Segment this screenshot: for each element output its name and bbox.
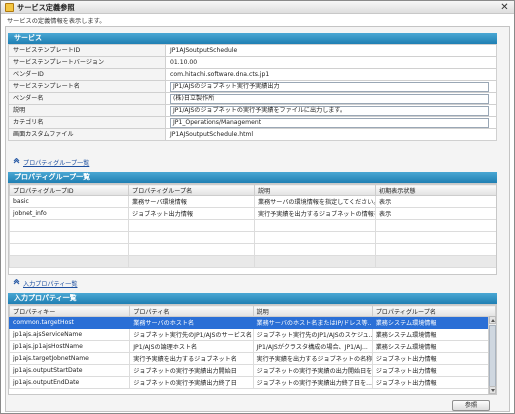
column-header[interactable]: プロパティグループID [9, 184, 129, 196]
column-header[interactable]: 説明 [252, 305, 373, 317]
table-cell: JP1/AJSの論理ホスト名 [129, 340, 254, 353]
table-cell: 実行予実績を出力するジョブネットの名称を... [252, 352, 373, 365]
table-cell: 業務サーバ環境情報 [128, 195, 255, 208]
table-cell: ジョブネットの実行予実績出力終了日 [129, 376, 254, 389]
scroll-down-button[interactable] [489, 386, 496, 394]
collapse-icon[interactable] [13, 279, 20, 286]
service-key: サービステンプレートID [8, 44, 166, 57]
column-header[interactable]: 初期表示状態 [375, 184, 496, 196]
table-cell: jp1ajs.targetJobnetName [9, 352, 131, 365]
scroll-up-button[interactable] [489, 316, 496, 324]
table-cell: 業務システム環境情報 [371, 340, 496, 353]
table-cell: jp1ajs.jp1ajsHostName [9, 340, 131, 353]
table-row[interactable]: jp1ajs.ajsServiceName ジョブネット実行先のJP1/AJSの… [9, 328, 496, 341]
collapse-icon[interactable] [13, 158, 20, 165]
reference-button[interactable]: 参照 [452, 400, 490, 411]
service-value: JP1AJSoutputSchedule [165, 44, 497, 57]
table-row[interactable]: jp1ajs.jp1ajsHostName JP1/AJSの論理ホスト名 JP1… [9, 340, 496, 353]
table-cell: ジョブネットの実行予実績出力開始日 [129, 364, 254, 377]
scroll-thumb[interactable] [489, 325, 496, 387]
input-property-section-header: 入力プロパティ一覧 [8, 293, 497, 304]
title-bar: サービス定義参照 ✕ [1, 1, 514, 14]
table-cell: ジョブネット出力情報 [371, 352, 496, 365]
service-key: カテゴリ名 [8, 116, 166, 129]
service-row-vendor-name: ベンダー名 (株)日立製作所 [8, 92, 497, 105]
service-section-header: サービス [8, 33, 497, 44]
column-header[interactable]: プロパティ名 [129, 305, 254, 317]
column-header[interactable]: プロパティグループ名 [128, 184, 255, 196]
table-cell: ジョブネットの実行予実績の出力開始日を... [252, 364, 373, 377]
chevron-up-icon [490, 319, 495, 322]
table-cell: jobnet_info [9, 207, 129, 220]
service-row-category: カテゴリ名 JP1_Operations/Management [8, 116, 497, 129]
table-cell: basic [9, 195, 129, 208]
category-field[interactable]: JP1_Operations/Management [170, 117, 489, 128]
description-field[interactable]: JP1/AJSのジョブネットの実行予実績をファイルに出力します。 [170, 105, 489, 116]
table-cell: ジョブネット出力情報 [371, 364, 496, 377]
property-group-section-header: プロパティグループ一覧 [8, 172, 497, 183]
empty-row [9, 255, 496, 268]
service-value: 01.10.00 [165, 56, 497, 69]
service-key: ベンダーID [8, 68, 166, 81]
table-cell: 業務サーバのホスト名 [129, 316, 254, 329]
table-cell: 業務サーバの環境情報を指定してください。 [254, 195, 376, 208]
template-name-field[interactable]: JP1/AJSのジョブネット実行予実績出力 [170, 81, 489, 92]
service-key: 画面カスタムファイル [8, 128, 166, 141]
table-cell: jp1ajs.outputEndDate [9, 376, 131, 389]
column-header[interactable]: プロパティキー [9, 305, 131, 317]
service-definition-window: サービス定義参照 ✕ サービスの定義情報を表示します。 サービス サービステンプ… [0, 0, 515, 414]
table-row[interactable]: basic 業務サーバ環境情報 業務サーバの環境情報を指定してください。 表示 [9, 195, 496, 208]
service-row-template-id: サービステンプレートID JP1AJSoutputSchedule [8, 44, 497, 57]
empty-row [9, 231, 496, 244]
table-cell: 業務システム環境情報 [371, 328, 496, 341]
service-row-custom-file: 画面カスタムファイル JP1AJSoutputSchedule.html [8, 128, 497, 141]
window-title: サービス定義参照 [17, 3, 75, 12]
service-key: サービステンプレートバージョン [8, 56, 166, 69]
empty-row [9, 219, 496, 232]
table-cell: 業務サーバのホスト名またはIP/ドレス等... [252, 316, 373, 329]
service-row-vendor-id: ベンダーID com.hitachi.software.dna.cts.jp1 [8, 68, 497, 81]
table-cell: jp1ajs.ajsServiceName [9, 328, 131, 341]
vertical-scrollbar[interactable] [488, 316, 496, 394]
table-cell: ジョブネット実行先のJP1/AJSのサービス名 [129, 328, 254, 341]
vendor-name-field[interactable]: (株)日立製作所 [170, 93, 489, 104]
table-cell: 実行予実績を出力するジョブネットの情報を... [254, 207, 376, 220]
chevron-down-icon [490, 389, 495, 392]
column-header[interactable]: プロパティグループ名 [371, 305, 496, 317]
table-cell: 表示 [375, 207, 496, 220]
table-cell: 表示 [375, 195, 496, 208]
column-header[interactable]: 説明 [254, 184, 376, 196]
table-row-selected[interactable]: common.targetHost 業務サーバのホスト名 業務サーバのホスト名ま… [9, 316, 496, 329]
service-value: com.hitachi.software.dna.cts.jp1 [165, 68, 497, 81]
input-property-table: プロパティキー プロパティ名 説明 プロパティグループ名 common.targ… [8, 304, 497, 395]
service-row-template-version: サービステンプレートバージョン 01.10.00 [8, 56, 497, 69]
table-cell: ジョブネット出力情報 [128, 207, 255, 220]
window-description: サービスの定義情報を表示します。 [7, 18, 106, 25]
table-cell: 実行予実績を出力するジョブネット名 [129, 352, 254, 365]
property-group-link[interactable]: プロパティグループ一覧 [23, 158, 89, 167]
table-cell: ジョブネット実行先のJP1/AJSのスケジュ... [252, 328, 373, 341]
service-row-template-name: サービステンプレート名 JP1/AJSのジョブネット実行予実績出力 [8, 80, 497, 93]
table-row[interactable]: jp1ajs.targetJobnetName 実行予実績を出力するジョブネット… [9, 352, 496, 365]
service-row-description: 説明 JP1/AJSのジョブネットの実行予実績をファイルに出力します。 [8, 104, 497, 117]
service-value: JP1AJSoutputSchedule.html [165, 128, 497, 141]
table-row[interactable]: jp1ajs.outputEndDate ジョブネットの実行予実績出力終了日 ジ… [9, 376, 496, 389]
service-key: 説明 [8, 104, 166, 117]
table-row[interactable]: jp1ajs.outputStartDate ジョブネットの実行予実績出力開始日… [9, 364, 496, 377]
table-cell: JP1/AJSがクラスタ構成の場合、JP1/AJ... [252, 340, 373, 353]
input-property-link[interactable]: 入力プロパティ一覧 [23, 279, 77, 288]
close-icon[interactable]: ✕ [499, 2, 510, 13]
table-cell: jp1ajs.outputStartDate [9, 364, 131, 377]
table-cell: 業務システム環境情報 [371, 316, 496, 329]
table-row[interactable]: jobnet_info ジョブネット出力情報 実行予実績を出力するジョブネットの… [9, 207, 496, 220]
service-key: サービステンプレート名 [8, 80, 166, 93]
window-app-icon [5, 3, 14, 12]
empty-row [9, 243, 496, 256]
table-cell: ジョブネット出力情報 [371, 376, 496, 389]
service-key: ベンダー名 [8, 92, 166, 105]
table-cell: common.targetHost [9, 316, 131, 329]
service-info-table: サービステンプレートID JP1AJSoutputSchedule サービステン… [8, 44, 497, 141]
table-cell: ジョブネットの実行予実績出力終了日を... [252, 376, 373, 389]
property-group-table: プロパティグループID プロパティグループ名 説明 初期表示状態 basic 業… [8, 183, 497, 275]
